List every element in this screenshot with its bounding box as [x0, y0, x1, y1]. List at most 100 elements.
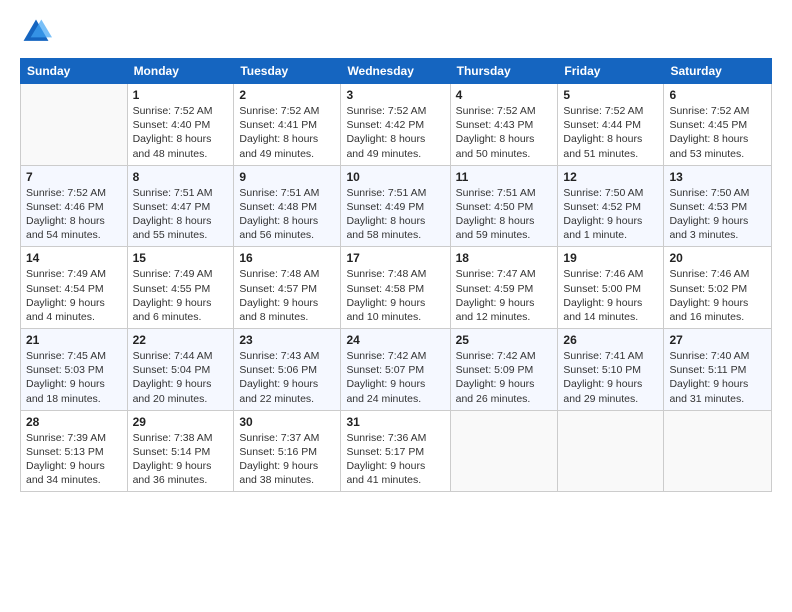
day-info: Sunrise: 7:52 AMSunset: 4:41 PMDaylight:… — [239, 104, 335, 161]
calendar-cell: 14 Sunrise: 7:49 AMSunset: 4:54 PMDayligh… — [21, 247, 128, 329]
day-info: Sunrise: 7:52 AMSunset: 4:40 PMDaylight:… — [133, 104, 229, 161]
calendar-cell: 10 Sunrise: 7:51 AMSunset: 4:49 PMDayligh… — [341, 165, 450, 247]
calendar-cell — [21, 84, 128, 166]
day-info: Sunrise: 7:51 AMSunset: 4:49 PMDaylight:… — [346, 186, 444, 243]
day-info: Sunrise: 7:52 AMSunset: 4:42 PMDaylight:… — [346, 104, 444, 161]
day-number: 2 — [239, 88, 335, 102]
day-info: Sunrise: 7:51 AMSunset: 4:48 PMDaylight:… — [239, 186, 335, 243]
calendar-cell: 21 Sunrise: 7:45 AMSunset: 5:03 PMDayligh… — [21, 329, 128, 411]
day-number: 13 — [669, 170, 766, 184]
day-number: 15 — [133, 251, 229, 265]
day-number: 18 — [456, 251, 553, 265]
day-info: Sunrise: 7:45 AMSunset: 5:03 PMDaylight:… — [26, 349, 122, 406]
day-info: Sunrise: 7:52 AMSunset: 4:43 PMDaylight:… — [456, 104, 553, 161]
calendar-cell: 12 Sunrise: 7:50 AMSunset: 4:52 PMDayligh… — [558, 165, 664, 247]
calendar-cell: 4Sunrise: 7:52 AMSunset: 4:43 PMDaylight… — [450, 84, 558, 166]
calendar-cell: 2 Sunrise: 7:52 AMSunset: 4:41 PMDaylight… — [234, 84, 341, 166]
day-info: Sunrise: 7:40 AMSunset: 5:11 PMDaylight:… — [669, 349, 766, 406]
day-number: 12 — [563, 170, 658, 184]
day-info: Sunrise: 7:52 AMSunset: 4:44 PMDaylight:… — [563, 104, 658, 161]
day-info: Sunrise: 7:48 AMSunset: 4:57 PMDaylight:… — [239, 267, 335, 324]
calendar-cell: 8 Sunrise: 7:51 AMSunset: 4:47 PMDaylight… — [127, 165, 234, 247]
day-number: 27 — [669, 333, 766, 347]
day-number: 10 — [346, 170, 444, 184]
day-info: Sunrise: 7:50 AMSunset: 4:53 PMDaylight:… — [669, 186, 766, 243]
day-number: 30 — [239, 415, 335, 429]
day-info: Sunrise: 7:42 AMSunset: 5:09 PMDaylight:… — [456, 349, 553, 406]
day-number: 24 — [346, 333, 444, 347]
day-info: Sunrise: 7:47 AMSunset: 4:59 PMDaylight:… — [456, 267, 553, 324]
day-info: Sunrise: 7:51 AMSunset: 4:47 PMDaylight:… — [133, 186, 229, 243]
weekday-header-tuesday: Tuesday — [234, 59, 341, 84]
calendar-cell — [450, 410, 558, 492]
day-info: Sunrise: 7:44 AMSunset: 5:04 PMDaylight:… — [133, 349, 229, 406]
calendar-cell: 6 Sunrise: 7:52 AMSunset: 4:45 PMDaylight… — [664, 84, 772, 166]
day-info: Sunrise: 7:48 AMSunset: 4:58 PMDaylight:… — [346, 267, 444, 324]
day-number: 19 — [563, 251, 658, 265]
weekday-header-friday: Friday — [558, 59, 664, 84]
calendar-cell: 1 Sunrise: 7:52 AMSunset: 4:40 PMDaylight… — [127, 84, 234, 166]
day-number: 9 — [239, 170, 335, 184]
calendar-cell: 23 Sunrise: 7:43 AMSunset: 5:06 PMDayligh… — [234, 329, 341, 411]
day-number: 21 — [26, 333, 122, 347]
logo-icon — [20, 16, 52, 48]
calendar-cell: 17 Sunrise: 7:48 AMSunset: 4:58 PMDayligh… — [341, 247, 450, 329]
day-info: Sunrise: 7:39 AMSunset: 5:13 PMDaylight:… — [26, 431, 122, 488]
day-number: 29 — [133, 415, 229, 429]
calendar-cell: 7 Sunrise: 7:52 AMSunset: 4:46 PMDaylight… — [21, 165, 128, 247]
day-number: 25 — [456, 333, 553, 347]
day-info: Sunrise: 7:37 AMSunset: 5:16 PMDaylight:… — [239, 431, 335, 488]
weekday-header-sunday: Sunday — [21, 59, 128, 84]
day-number: 1 — [133, 88, 229, 102]
calendar-cell: 26 Sunrise: 7:41 AMSunset: 5:10 PMDayligh… — [558, 329, 664, 411]
day-number: 26 — [563, 333, 658, 347]
day-number: 16 — [239, 251, 335, 265]
calendar-cell — [558, 410, 664, 492]
day-number: 31 — [346, 415, 444, 429]
calendar-cell: 30 Sunrise: 7:37 AMSunset: 5:16 PMDayligh… — [234, 410, 341, 492]
calendar-cell: 20 Sunrise: 7:46 AMSunset: 5:02 PMDayligh… — [664, 247, 772, 329]
day-number: 17 — [346, 251, 444, 265]
calendar-cell: 11Sunrise: 7:51 AMSunset: 4:50 PMDayligh… — [450, 165, 558, 247]
day-info: Sunrise: 7:50 AMSunset: 4:52 PMDaylight:… — [563, 186, 658, 243]
day-number: 6 — [669, 88, 766, 102]
day-number: 3 — [346, 88, 444, 102]
day-info: Sunrise: 7:41 AMSunset: 5:10 PMDaylight:… — [563, 349, 658, 406]
day-number: 5 — [563, 88, 658, 102]
day-info: Sunrise: 7:52 AMSunset: 4:45 PMDaylight:… — [669, 104, 766, 161]
weekday-header-saturday: Saturday — [664, 59, 772, 84]
page: SundayMondayTuesdayWednesdayThursdayFrid… — [0, 0, 792, 612]
calendar-cell: 13 Sunrise: 7:50 AMSunset: 4:53 PMDayligh… — [664, 165, 772, 247]
day-number: 20 — [669, 251, 766, 265]
day-info: Sunrise: 7:38 AMSunset: 5:14 PMDaylight:… — [133, 431, 229, 488]
day-number: 14 — [26, 251, 122, 265]
calendar-cell: 25 Sunrise: 7:42 AMSunset: 5:09 PMDayligh… — [450, 329, 558, 411]
calendar-cell: 29 Sunrise: 7:38 AMSunset: 5:14 PMDayligh… — [127, 410, 234, 492]
day-info: Sunrise: 7:43 AMSunset: 5:06 PMDaylight:… — [239, 349, 335, 406]
day-number: 11 — [456, 170, 553, 184]
day-info: Sunrise: 7:52 AMSunset: 4:46 PMDaylight:… — [26, 186, 122, 243]
day-info: Sunrise: 7:49 AMSunset: 4:54 PMDaylight:… — [26, 267, 122, 324]
calendar-cell: 24 Sunrise: 7:42 AMSunset: 5:07 PMDayligh… — [341, 329, 450, 411]
calendar-cell — [664, 410, 772, 492]
calendar-cell: 16 Sunrise: 7:48 AMSunset: 4:57 PMDayligh… — [234, 247, 341, 329]
calendar-table: SundayMondayTuesdayWednesdayThursdayFrid… — [20, 58, 772, 492]
header — [20, 16, 772, 48]
day-info: Sunrise: 7:46 AMSunset: 5:02 PMDaylight:… — [669, 267, 766, 324]
day-number: 22 — [133, 333, 229, 347]
day-number: 7 — [26, 170, 122, 184]
day-info: Sunrise: 7:42 AMSunset: 5:07 PMDaylight:… — [346, 349, 444, 406]
weekday-header-monday: Monday — [127, 59, 234, 84]
logo — [20, 16, 56, 48]
day-number: 8 — [133, 170, 229, 184]
calendar-cell: 3 Sunrise: 7:52 AMSunset: 4:42 PMDaylight… — [341, 84, 450, 166]
weekday-header-thursday: Thursday — [450, 59, 558, 84]
calendar-cell: 18 Sunrise: 7:47 AMSunset: 4:59 PMDayligh… — [450, 247, 558, 329]
day-number: 23 — [239, 333, 335, 347]
calendar-cell: 27 Sunrise: 7:40 AMSunset: 5:11 PMDayligh… — [664, 329, 772, 411]
day-info: Sunrise: 7:46 AMSunset: 5:00 PMDaylight:… — [563, 267, 658, 324]
calendar-cell: 19 Sunrise: 7:46 AMSunset: 5:00 PMDayligh… — [558, 247, 664, 329]
day-info: Sunrise: 7:36 AMSunset: 5:17 PMDaylight:… — [346, 431, 444, 488]
calendar-cell: 31 Sunrise: 7:36 AMSunset: 5:17 PMDayligh… — [341, 410, 450, 492]
day-number: 28 — [26, 415, 122, 429]
